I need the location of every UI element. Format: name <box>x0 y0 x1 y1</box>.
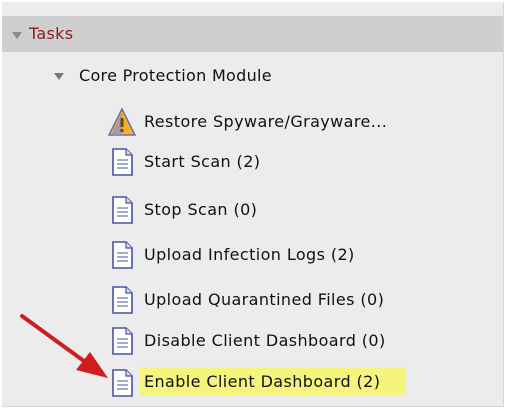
collapse-triangle-icon[interactable] <box>12 32 22 39</box>
task-label: Start Scan (2) <box>144 152 261 171</box>
tasks-title: Tasks <box>29 24 74 43</box>
warning-icon <box>108 107 136 136</box>
tasks-panel: Tasks Core Protection Module Restore Spy… <box>2 2 504 407</box>
task-label: Upload Infection Logs (2) <box>144 245 355 264</box>
tasks-header[interactable]: Tasks <box>2 16 503 52</box>
expand-triangle-icon[interactable] <box>54 73 64 80</box>
document-icon <box>112 241 133 269</box>
document-icon <box>112 286 133 314</box>
document-icon <box>112 148 133 176</box>
task-label: Upload Quarantined Files (0) <box>144 290 385 309</box>
module-label: Core Protection Module <box>79 66 272 85</box>
task-label: Disable Client Dashboard (0) <box>144 331 386 350</box>
task-label: Stop Scan (0) <box>144 200 258 219</box>
document-icon <box>112 196 133 224</box>
task-label: Restore Spyware/Grayware... <box>144 112 388 131</box>
task-label: Enable Client Dashboard (2) <box>140 367 407 396</box>
red-arrow-annotation <box>20 314 108 378</box>
